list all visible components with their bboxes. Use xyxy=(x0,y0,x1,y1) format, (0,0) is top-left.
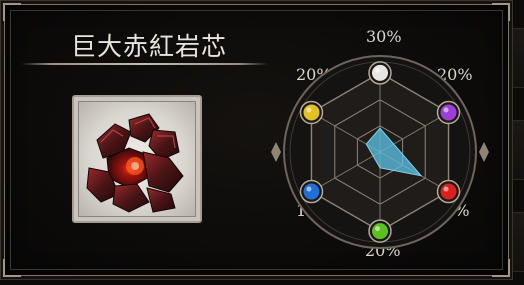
element-info-stage: 死 0 死 0 死 0 巨大赤紅岩芯 xyxy=(0,0,524,285)
wind-icon-orb xyxy=(372,223,388,240)
dark-icon-shine xyxy=(443,107,449,113)
red-crystal-core-icon xyxy=(86,113,184,213)
water-icon-shine xyxy=(306,186,312,192)
thunder-icon-shine xyxy=(306,107,312,113)
item-name: 巨大赤紅岩芯 xyxy=(71,32,228,61)
element-radar-chart xyxy=(271,55,489,249)
water-icon-orb xyxy=(303,183,320,200)
wind-element-icon xyxy=(368,219,392,243)
title-underline xyxy=(21,63,268,65)
light-element-icon xyxy=(368,61,392,85)
water-element-icon xyxy=(299,179,324,204)
fire-element-icon xyxy=(436,179,461,204)
light-icon-shine xyxy=(375,67,380,73)
thunder-element-icon xyxy=(299,100,324,125)
fire-icon-shine xyxy=(443,186,449,192)
ornament-icon xyxy=(271,142,281,162)
thunder-icon-orb xyxy=(303,104,320,121)
ornament-icon xyxy=(479,142,489,162)
fire-icon-orb xyxy=(440,183,457,200)
dark-icon-orb xyxy=(440,104,457,121)
frame-corner xyxy=(3,259,21,277)
wind-icon-shine xyxy=(375,226,380,232)
item-image-frame xyxy=(72,95,202,223)
frame-corner xyxy=(492,3,510,21)
dark-element-icon xyxy=(436,100,461,125)
light-icon-orb xyxy=(372,64,388,81)
frame-corner xyxy=(3,3,21,21)
item-image xyxy=(78,101,196,217)
